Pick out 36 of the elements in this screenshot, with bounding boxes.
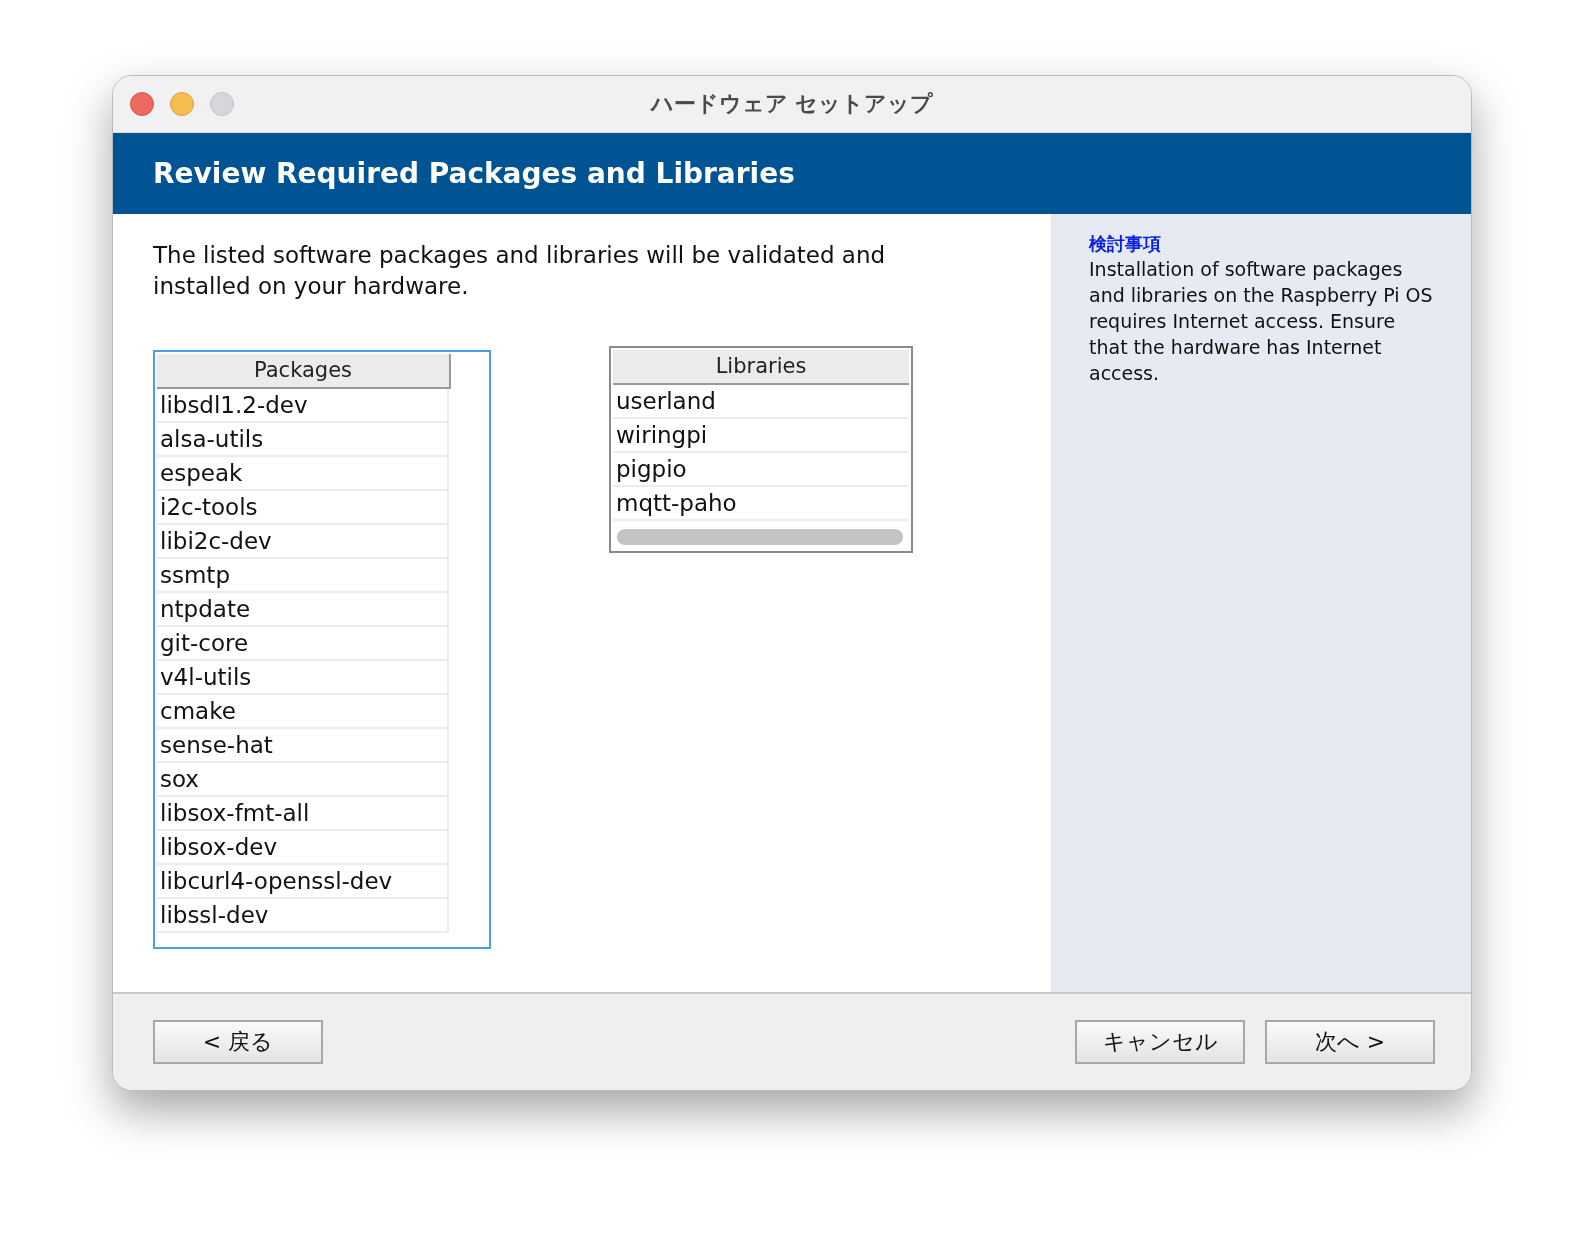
- help-title: 検討事項: [1089, 232, 1162, 256]
- table-cell[interactable]: libsox-dev: [157, 831, 449, 865]
- scrollbar[interactable]: [617, 529, 903, 545]
- table-cell[interactable]: mqtt-paho: [613, 487, 909, 521]
- column-header[interactable]: Libraries: [613, 350, 909, 385]
- table-cell[interactable]: espeak: [157, 457, 449, 491]
- table-cell[interactable]: i2c-tools: [157, 491, 449, 525]
- intro-text: The listed software packages and libraries will be validated and installed on your hardware.: [153, 241, 887, 301]
- close-icon[interactable]: [130, 92, 154, 116]
- table-cell[interactable]: git-core: [157, 627, 449, 661]
- table-cell[interactable]: ntpdate: [157, 593, 449, 627]
- table-cell[interactable]: libcurl4-openssl-dev: [157, 865, 449, 899]
- table-cell[interactable]: alsa-utils: [157, 423, 449, 457]
- page-title: Review Required Packages and Libraries: [153, 157, 795, 190]
- table-cell[interactable]: ssmtp: [157, 559, 449, 593]
- table-cell[interactable]: v4l-utils: [157, 661, 449, 695]
- table-cell[interactable]: libsox-fmt-all: [157, 797, 449, 831]
- help-text: Installation of software packages and libraries on the Raspberry Pi OS requires Internet access. Ensure that the hardware has Internet access.: [1089, 257, 1434, 386]
- column-header[interactable]: Packages: [157, 354, 451, 389]
- minimize-icon[interactable]: [170, 92, 194, 116]
- window-title: ハードウェア セットアップ: [650, 91, 934, 116]
- table-cell[interactable]: pigpio: [613, 453, 909, 487]
- zoom-icon[interactable]: [210, 92, 234, 116]
- table-cell[interactable]: sense-hat: [157, 729, 449, 763]
- next-button[interactable]: 次へ >: [1265, 1020, 1435, 1064]
- table-cell[interactable]: wiringpi: [613, 419, 909, 453]
- table-cell[interactable]: libsdl1.2-dev: [157, 389, 449, 423]
- table-cell[interactable]: libi2c-dev: [157, 525, 449, 559]
- list-table[interactable]: Libraries userland wiringpi pigpio mqtt-paho: [609, 346, 913, 553]
- list-table[interactable]: Packages libsdl1.2-dev alsa-utils espeak i2c-tools libi2c-dev ssmtp ntpdate git-core v4l-utils cmake sense-hat sox libsox-fmt-all libsox-dev libcurl4-openssl-dev libssl-dev: [153, 350, 491, 949]
- table-cell[interactable]: userland: [613, 385, 909, 419]
- back-button[interactable]: < 戻る: [153, 1020, 323, 1064]
- table-cell[interactable]: sox: [157, 763, 449, 797]
- table-cell[interactable]: libssl-dev: [157, 899, 449, 933]
- table-cell[interactable]: cmake: [157, 695, 449, 729]
- cancel-button[interactable]: キャンセル: [1075, 1020, 1245, 1064]
